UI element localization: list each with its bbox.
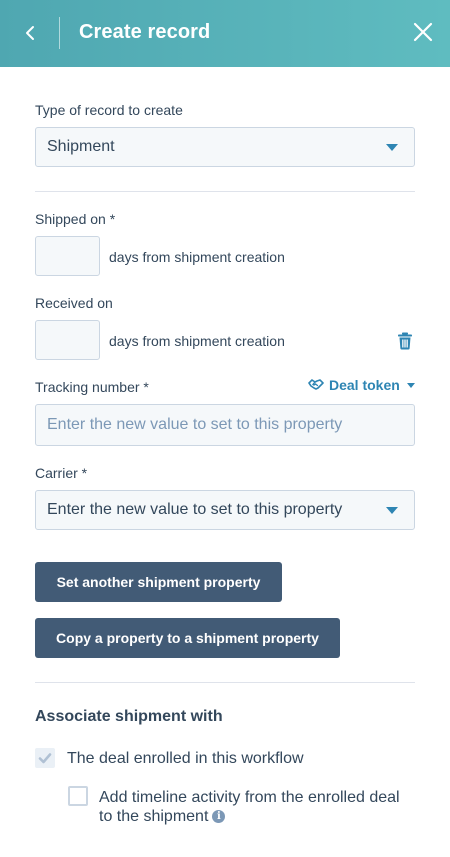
handshake-icon <box>308 379 324 390</box>
copy-property-button[interactable]: Copy a property to a shipment property <box>35 618 340 658</box>
info-icon[interactable]: i <box>212 810 226 824</box>
timeline-activity-label-line1: Add timeline activity from the enrolled … <box>99 789 400 806</box>
close-button[interactable] <box>411 20 435 44</box>
deal-association-label: The deal enrolled in this workflow <box>67 750 304 767</box>
panel-header: Create record <box>0 0 450 67</box>
timeline-activity-label-line2: to the shipment i <box>99 807 400 826</box>
received-on-suffix: days from shipment creation <box>109 333 285 349</box>
associate-section-title: Associate shipment with <box>35 708 223 725</box>
shipped-on-days-input[interactable] <box>35 236 100 276</box>
section-divider <box>35 191 415 192</box>
deal-association-checkbox[interactable] <box>35 748 55 768</box>
back-button[interactable] <box>18 20 44 46</box>
caret-down-icon <box>386 507 398 514</box>
carrier-value: Enter the new value to set to this prope… <box>47 501 343 518</box>
close-icon <box>413 22 433 42</box>
delete-received-on-button[interactable] <box>397 332 413 350</box>
timeline-activity-label: Add timeline activity from the enrolled … <box>99 788 400 826</box>
section-divider <box>35 682 415 683</box>
deal-token-label: Deal token <box>329 377 400 393</box>
received-on-days-input[interactable] <box>35 320 100 360</box>
record-type-select[interactable]: Shipment <box>35 127 415 167</box>
carrier-label: Carrier * <box>35 465 88 481</box>
caret-down-icon <box>386 144 398 151</box>
record-type-value: Shipment <box>47 138 115 155</box>
tracking-number-label: Tracking number * <box>35 379 149 395</box>
shipped-on-suffix: days from shipment creation <box>109 249 285 265</box>
header-divider <box>59 17 60 49</box>
timeline-activity-checkbox[interactable] <box>68 786 88 806</box>
trash-icon <box>398 332 412 350</box>
timeline-activity-label-text: to the shipment <box>99 808 209 825</box>
panel-title: Create record <box>79 21 211 43</box>
caret-down-icon <box>406 382 415 388</box>
received-on-label: Received on <box>35 295 113 311</box>
shipped-on-label: Shipped on * <box>35 211 116 227</box>
chevron-left-icon <box>26 26 34 40</box>
set-another-property-button[interactable]: Set another shipment property <box>35 562 282 602</box>
carrier-select[interactable]: Enter the new value to set to this prope… <box>35 490 415 530</box>
checkmark-icon <box>38 753 52 764</box>
record-type-label: Type of record to create <box>35 102 183 118</box>
deal-token-dropdown[interactable]: Deal token <box>308 377 415 393</box>
tracking-number-input[interactable] <box>35 404 415 446</box>
